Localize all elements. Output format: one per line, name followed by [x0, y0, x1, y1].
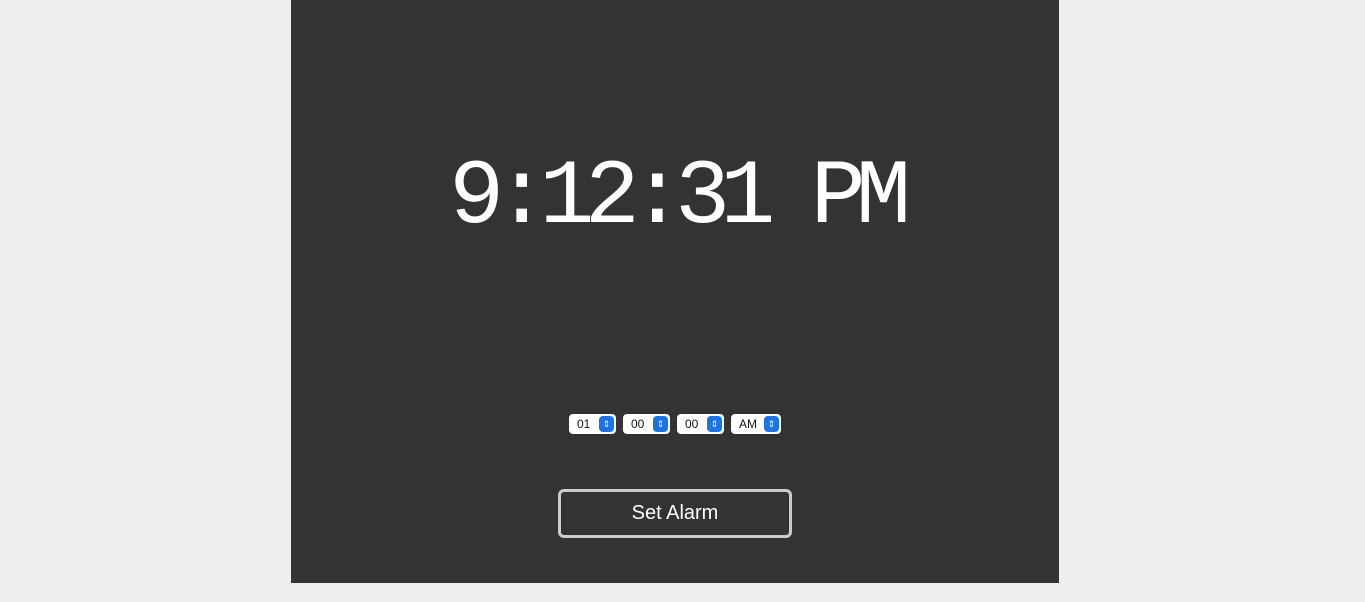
period-value: AM: [739, 417, 757, 431]
chevron-updown-icon: ⇕: [599, 416, 614, 432]
chevron-updown-icon: ⇕: [653, 416, 668, 432]
alarm-time-selects: 01 ⇕ 00 ⇕ 00 ⇕ AM ⇕: [291, 414, 1059, 434]
clock-display: 9:12:31 PM: [448, 145, 911, 250]
minute-select[interactable]: 00 ⇕: [623, 414, 670, 434]
chevron-updown-icon: ⇕: [707, 416, 722, 432]
second-value: 00: [685, 417, 699, 431]
period-select[interactable]: AM ⇕: [731, 414, 781, 434]
chevron-updown-icon: ⇕: [764, 416, 779, 432]
minute-value: 00: [631, 417, 645, 431]
clock-panel: 9:12:31 PM 01 ⇕ 00 ⇕ 00 ⇕ AM ⇕ Set Alarm: [291, 0, 1059, 583]
second-select[interactable]: 00 ⇕: [677, 414, 724, 434]
hour-select[interactable]: 01 ⇕: [569, 414, 616, 434]
hour-value: 01: [577, 417, 591, 431]
set-alarm-button[interactable]: Set Alarm: [558, 489, 792, 538]
